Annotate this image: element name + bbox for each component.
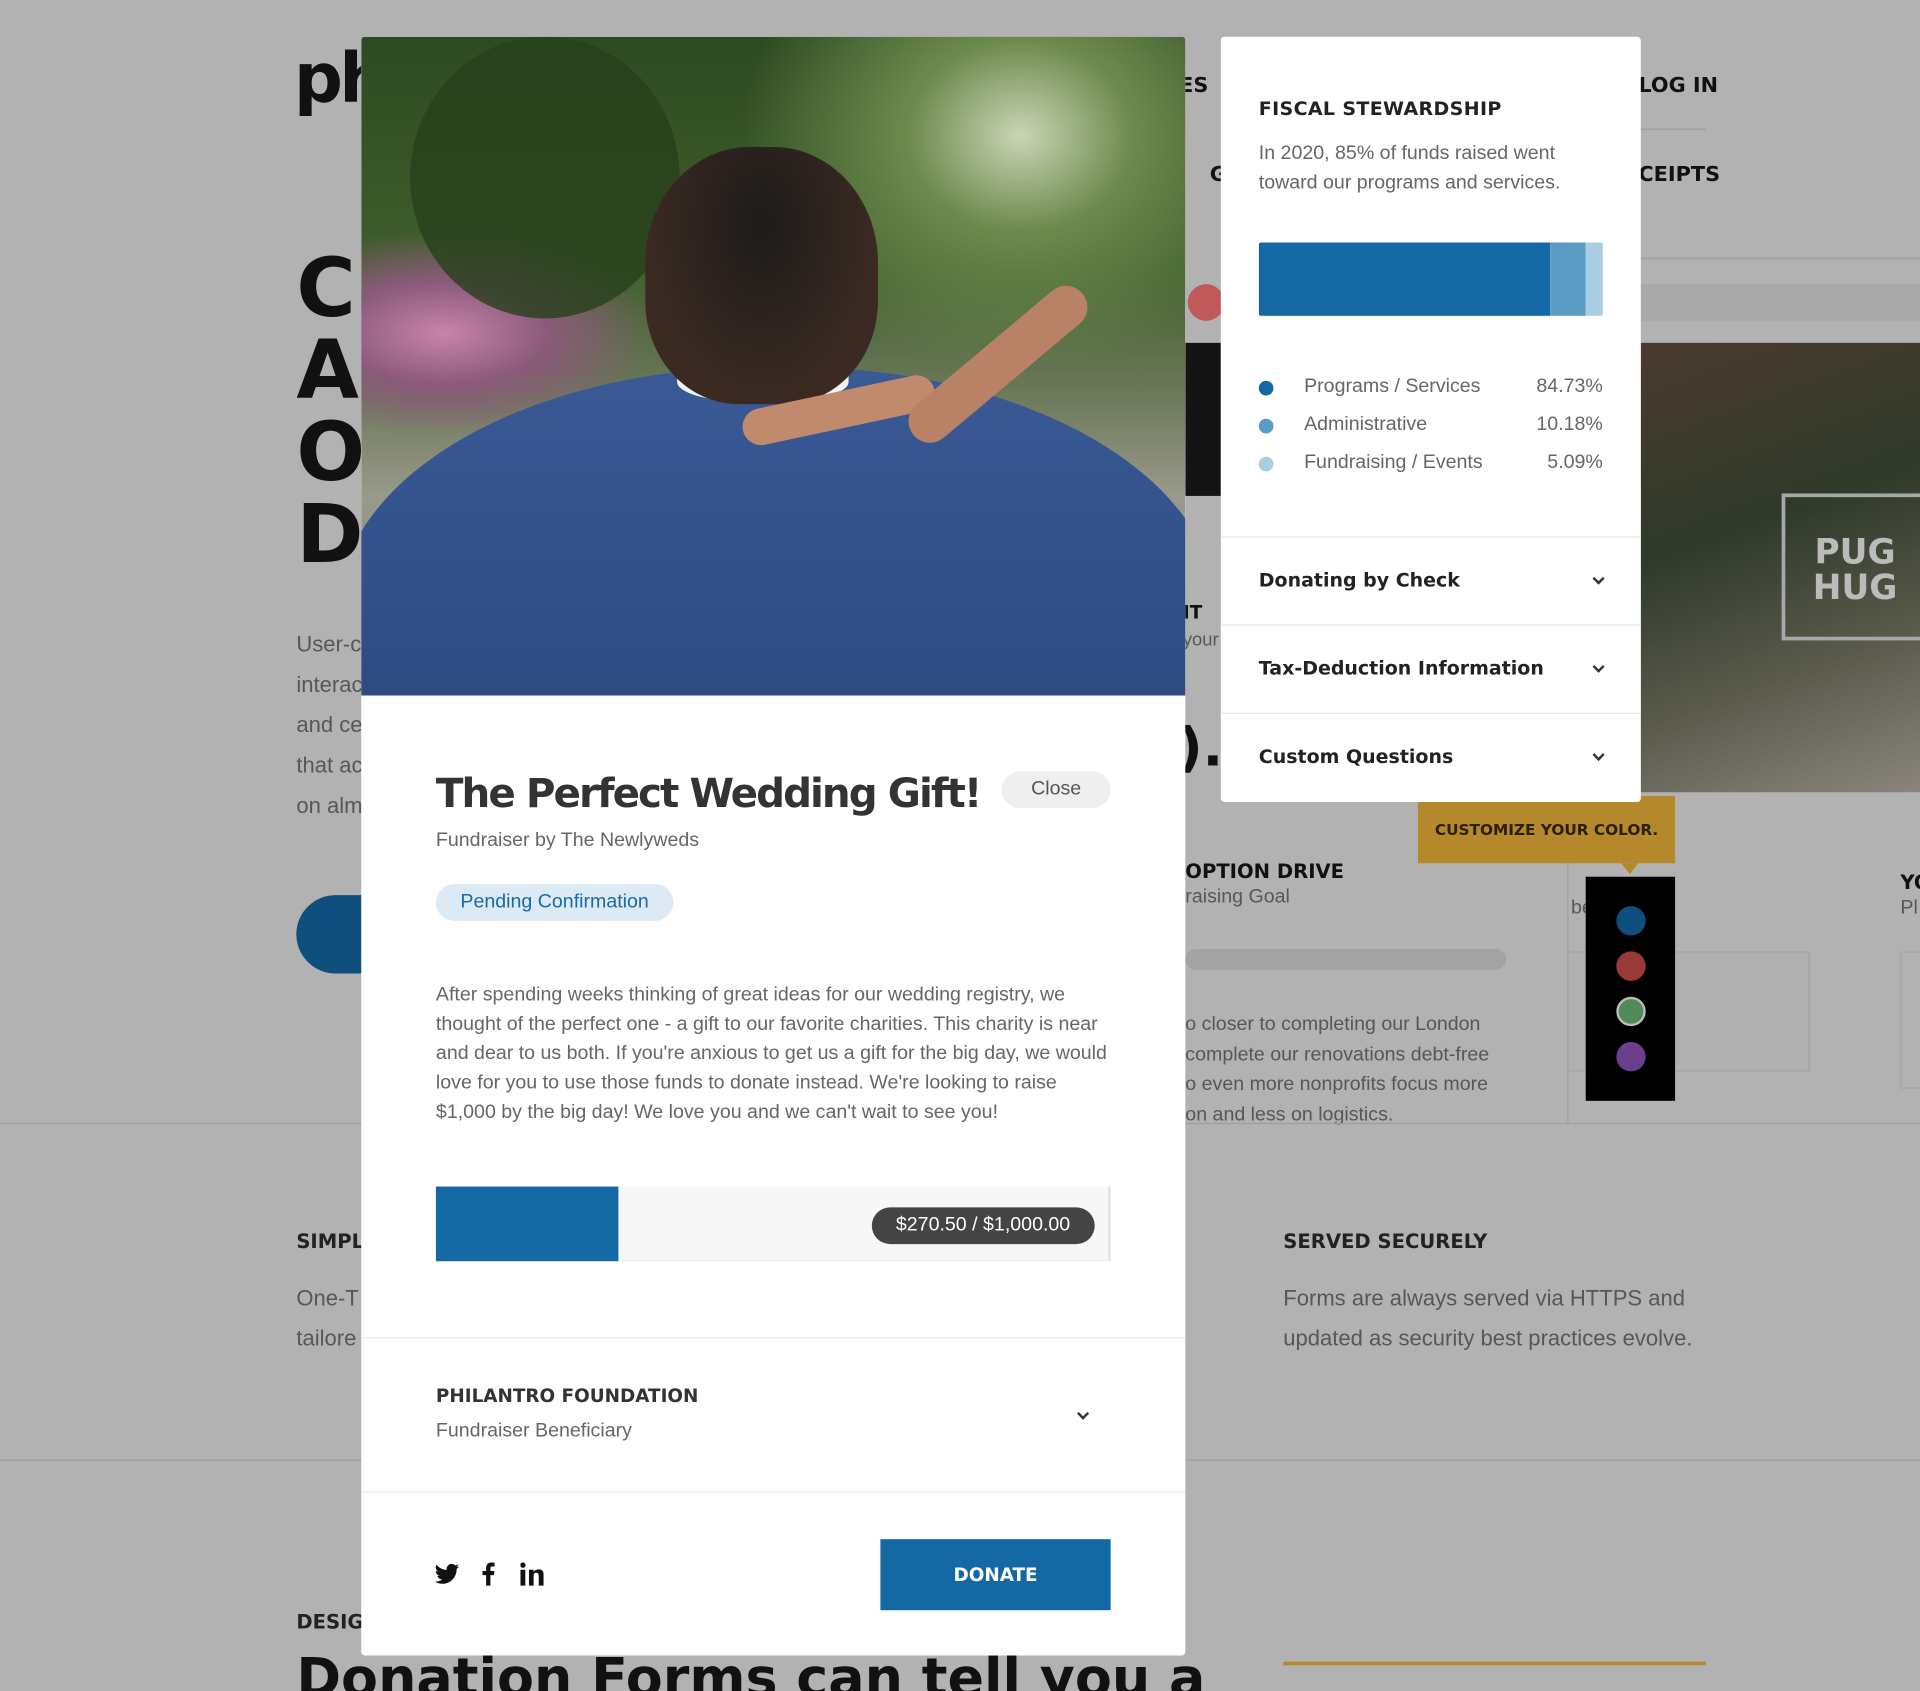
legend-dot <box>1258 380 1274 396</box>
color-picker <box>1585 876 1676 1101</box>
hero-paragraph: User-c interac and ce that ac on alm <box>296 631 363 818</box>
progress-label: $270.50 / $1,000.00 <box>871 1207 1095 1245</box>
accordion-label: Donating by Check <box>1258 569 1460 592</box>
fundraiser-description: After spending weeks thinking of great i… <box>435 984 1107 1123</box>
legend-item: Administrative 10.18% <box>1258 413 1603 438</box>
color-swatch-blue[interactable] <box>1616 906 1646 936</box>
legend-value: 5.09% <box>1547 451 1603 473</box>
legend-label: Programs / Services <box>1304 375 1481 397</box>
progress-fill <box>435 1186 618 1262</box>
legend-dot <box>1258 456 1274 472</box>
linkedin-icon[interactable] <box>520 1562 544 1586</box>
fundraiser-progress: $270.50 / $1,000.00 <box>435 1186 1111 1262</box>
campaign-text: o closer to completing our London complet… <box>1185 1013 1490 1125</box>
beneficiary-toggle[interactable]: PHILANTRO FOUNDATION Fundraiser Benefici… <box>361 1338 1185 1491</box>
feature-text: One-T tailore <box>296 1285 359 1351</box>
feature-title: SIMPL <box>296 1229 365 1253</box>
tooltip-arrow <box>1621 863 1639 875</box>
fundraiser-title: The Perfect Wedding Gift! <box>435 768 982 817</box>
design-label: DESIG <box>296 1610 364 1634</box>
divider <box>1640 257 1920 260</box>
divider <box>361 1491 1186 1493</box>
beneficiary-name: PHILANTRO FOUNDATION <box>435 1384 699 1407</box>
dark-block <box>1185 342 1221 496</box>
accordion-donating-by-check[interactable]: Donating by Check <box>1220 536 1641 624</box>
pug-image: PUG HUG <box>1640 342 1920 793</box>
input-box[interactable] <box>1900 951 1920 1089</box>
beneficiary-label: Fundraiser Beneficiary <box>435 1420 632 1442</box>
nav-receipts[interactable]: CEIPTS <box>1638 163 1720 187</box>
accordion-tax-deduction[interactable]: Tax-Deduction Information <box>1220 624 1641 712</box>
fundraiser-photo <box>361 36 1186 696</box>
legend-item: Fundraising / Events 5.09% <box>1258 451 1603 476</box>
legend-value: 10.18% <box>1536 413 1603 435</box>
chevron-down-icon <box>1592 748 1605 761</box>
campaign-progress <box>1185 948 1507 970</box>
accordion-label: Custom Questions <box>1258 745 1454 768</box>
breakdown-segment <box>1550 242 1586 316</box>
page: ph CAOD User-c interac and ce that ac on alm… <box>0 0 1920 1691</box>
chevron-down-icon <box>1592 572 1605 585</box>
status-badge: Pending Confirmation <box>435 884 674 921</box>
legend-item: Programs / Services 84.73% <box>1258 375 1603 400</box>
customize-color-tooltip: CUSTOMIZE YOUR COLOR. <box>1417 795 1676 864</box>
fiscal-breakdown-bar <box>1258 242 1603 316</box>
color-swatch-purple[interactable] <box>1616 1042 1646 1072</box>
legend-label: Fundraising / Events <box>1304 451 1483 473</box>
form-sub: your <box>1182 629 1219 651</box>
bg-band <box>1640 284 1920 321</box>
form-heading: IT <box>1182 601 1203 624</box>
side-text: Pl <box>1900 897 1918 919</box>
legend-value: 84.73% <box>1536 375 1603 397</box>
feature-text: Forms are always served via HTTPS and upd… <box>1283 1285 1693 1351</box>
campaign-title: OPTION DRIVE <box>1185 859 1345 883</box>
panel-text: In 2020, 85% of funds raised went toward… <box>1258 143 1561 194</box>
chevron-down-icon <box>1077 1407 1090 1420</box>
close-button[interactable]: Close <box>1001 771 1111 809</box>
red-dot <box>1187 284 1225 321</box>
fundraiser-subtitle: Fundraiser by The Newlyweds <box>435 830 700 852</box>
color-swatch-green[interactable] <box>1616 996 1646 1027</box>
twitter-icon[interactable] <box>434 1563 460 1585</box>
legend-label: Administrative <box>1304 413 1428 435</box>
pug-hug-label: PUG HUG <box>1781 493 1920 641</box>
breakdown-segment <box>1258 242 1551 316</box>
breakdown-segment <box>1585 242 1603 316</box>
fiscal-stewardship-panel: FISCAL STEWARDSHIP In 2020, 85% of funds… <box>1220 36 1641 803</box>
head <box>645 146 878 405</box>
nav-login[interactable]: LOG IN <box>1638 73 1718 97</box>
accordion-label: Tax-Deduction Information <box>1258 657 1544 680</box>
feature-title: SERVED SECURELY <box>1283 1229 1488 1253</box>
facebook-icon[interactable] <box>482 1562 495 1586</box>
fundraiser-modal: The Perfect Wedding Gift! Close Fundrais… <box>361 36 1186 1656</box>
color-swatch-red[interactable] <box>1616 951 1646 981</box>
panel-title: FISCAL STEWARDSHIP <box>1258 97 1502 121</box>
campaign-subtitle: raising Goal <box>1185 886 1290 908</box>
divider <box>1640 128 1706 130</box>
donate-button[interactable]: DONATE <box>880 1539 1111 1611</box>
gold-rule <box>1283 1661 1706 1666</box>
side-heading: YO <box>1900 870 1920 894</box>
legend-dot <box>1258 418 1274 434</box>
accordion-custom-questions[interactable]: Custom Questions <box>1220 712 1641 801</box>
chevron-down-icon <box>1592 660 1605 673</box>
hero-heading: CAOD <box>296 241 366 582</box>
